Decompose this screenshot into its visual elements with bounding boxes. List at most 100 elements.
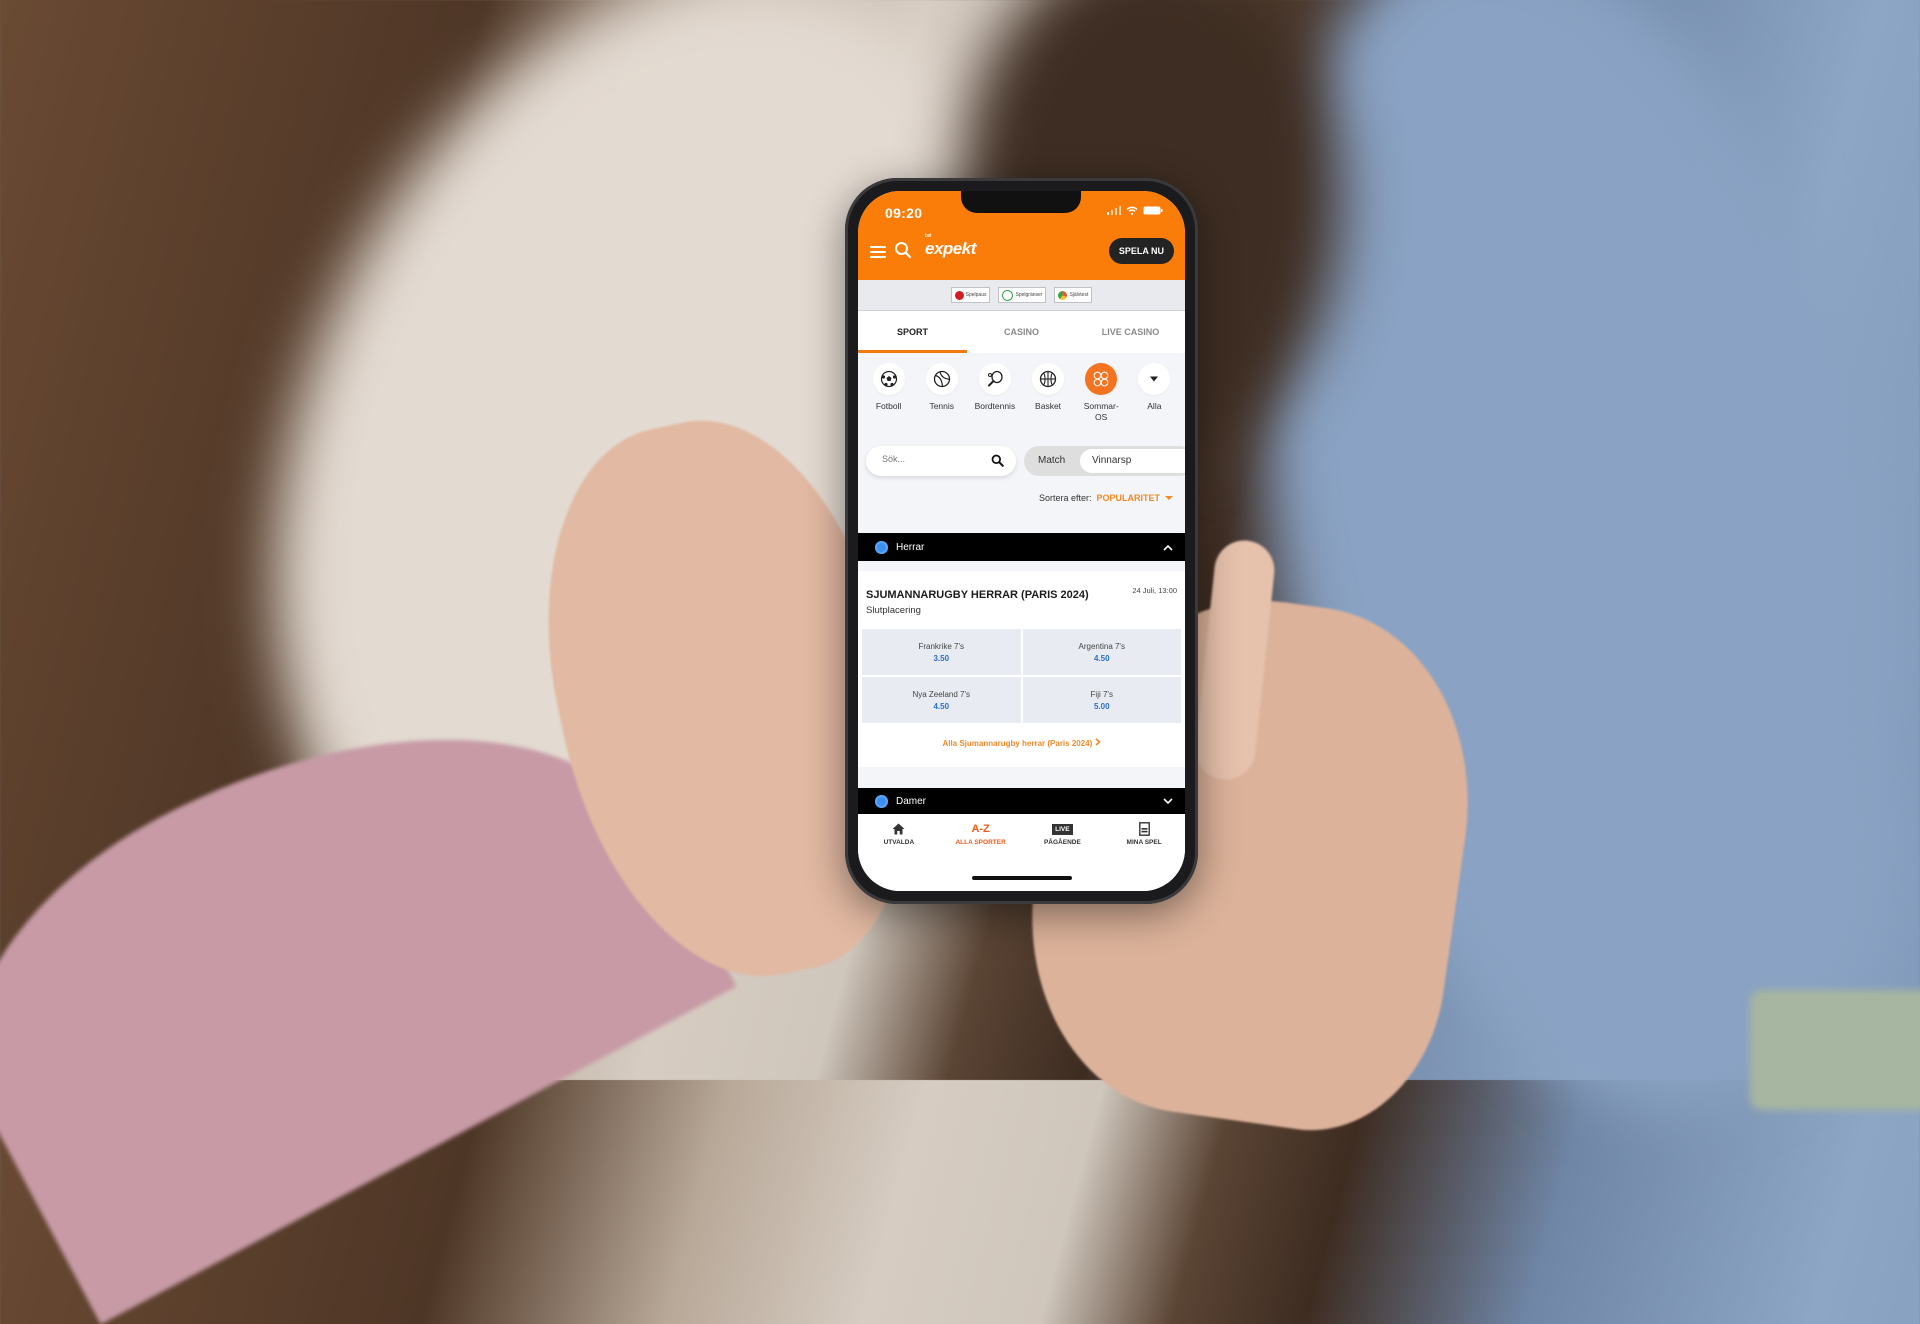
background-green-tag: [1750, 990, 1920, 1110]
sport-label: Bordtennis: [974, 401, 1016, 411]
home-icon: [892, 823, 905, 835]
smartphone: 09:20 bet expekt SPELA NU Spelpaus Spelgr…: [845, 178, 1198, 904]
outcome-odds: 4.50: [1093, 653, 1110, 663]
sort-label: Sortera efter:: [1038, 493, 1092, 503]
status-time: 09:20: [885, 205, 923, 221]
live-icon: LIVE: [1052, 823, 1073, 835]
nav-mina-spel[interactable]: MINA SPEL: [1103, 814, 1185, 891]
nav-label: ALLA SPORTER: [955, 839, 1006, 846]
pause-icon: [954, 290, 964, 300]
phone-screen: 09:20 bet expekt SPELA NU Spelpaus Spelgr…: [858, 191, 1185, 891]
chevron-up-icon[interactable]: [1163, 544, 1173, 551]
caret-down-icon: [1150, 376, 1159, 382]
gauge-icon: [1058, 290, 1068, 300]
sport-label: Alla: [1147, 401, 1162, 411]
search-and-filter-row: Match Vinnarsp: [858, 446, 1185, 480]
badge-label: Spelgränser: [1015, 292, 1043, 298]
main-tabs: SPORT CASINO LIVE CASINO: [858, 311, 1185, 353]
search-icon[interactable]: [991, 454, 1004, 467]
chevron-right-icon: [1095, 738, 1101, 746]
sport-tennis[interactable]: Tennis: [918, 363, 966, 433]
outcome-name: Frankrike 7's: [918, 641, 965, 651]
wifi-icon: [1126, 206, 1138, 215]
sport-alla[interactable]: Alla: [1130, 363, 1178, 433]
sport-label: Tennis: [929, 401, 955, 411]
sport-sommar-os[interactable]: Sommar- OS: [1077, 363, 1125, 433]
nav-label: PÅGÅENDE: [1043, 839, 1081, 846]
odds-button[interactable]: Nya Zeeland 7's 4.50: [862, 677, 1021, 723]
odds-button[interactable]: Frankrike 7's 3.50: [862, 629, 1021, 675]
segment-match[interactable]: Match: [1038, 455, 1065, 466]
olympics-icon: [1093, 371, 1109, 387]
soccer-ball-icon: [880, 370, 897, 388]
link-text: Alla Sjumannarugby herrar (Paris 2024): [942, 739, 1093, 748]
sort-value[interactable]: POPULARITET: [1096, 493, 1160, 503]
sport-label: Fotboll: [875, 401, 902, 411]
home-indicator[interactable]: [972, 876, 1072, 880]
event-title[interactable]: SJUMANNARUGBY HERRAR (PARIS 2024): [866, 589, 1089, 601]
sport-categories: Fotboll Tennis Bordtennis Basket Sommar-…: [858, 363, 1185, 433]
battery-icon: [1143, 206, 1163, 215]
signal-icon: [1107, 206, 1121, 215]
badge-label: Självtest: [1069, 292, 1089, 298]
bottom-navigation: UTVALDA A-Z ALLA SPORTER LIVE PÅGÅENDE M…: [858, 814, 1185, 891]
sort-control[interactable]: Sortera efter: POPULARITET: [1039, 493, 1173, 503]
outcome-odds: 4.50: [933, 701, 950, 711]
nav-label: MINA SPEL: [1126, 839, 1162, 846]
nav-label: UTVALDA: [883, 839, 915, 846]
hamburger-menu-icon[interactable]: [870, 246, 886, 258]
basketball-icon: [1039, 370, 1057, 388]
tab-casino[interactable]: CASINO: [967, 311, 1076, 353]
play-now-button[interactable]: SPELA NU: [1108, 238, 1174, 264]
group-name: Damer: [896, 795, 927, 807]
a-z-icon: A-Z: [971, 823, 990, 835]
all-events-link[interactable]: Alla Sjumannarugby herrar (Paris 2024): [858, 738, 1185, 748]
phone-notch: [961, 191, 1081, 213]
betslip-icon: [1138, 822, 1150, 836]
tab-sport[interactable]: SPORT: [858, 311, 967, 353]
event-date: 24 Juli, 13:00: [1132, 586, 1177, 595]
sport-label-line2: OS: [1095, 412, 1108, 422]
odds-button[interactable]: Fiji 7's 5.00: [1022, 677, 1181, 723]
sjalvtest-badge[interactable]: Självtest: [1054, 287, 1093, 303]
sport-label-line1: Sommar-: [1083, 401, 1119, 411]
search-icon[interactable]: [894, 241, 912, 259]
event-card: SJUMANNARUGBY HERRAR (PARIS 2024) 24 Jul…: [858, 571, 1185, 767]
outcome-odds: 5.00: [1093, 701, 1110, 711]
ping-pong-icon: [987, 370, 1003, 387]
nav-utvalda[interactable]: UTVALDA: [858, 814, 940, 891]
sport-label: Sommar- OS: [1084, 401, 1119, 423]
status-indicators: [1107, 206, 1163, 215]
odds-grid: Frankrike 7's 3.50 Argentina 7's 4.50 Nya …: [862, 629, 1181, 723]
expekt-logo[interactable]: bet expekt: [925, 233, 976, 259]
group-header-herrar[interactable]: Herrar: [858, 533, 1185, 561]
logo-prefix: bet: [925, 233, 932, 239]
market-name: Slutplacering: [866, 605, 921, 616]
outcome-name: Nya Zeeland 7's: [912, 689, 971, 699]
group-header-damer[interactable]: Damer: [858, 788, 1185, 814]
badge-label: Spelpaus: [965, 292, 987, 298]
tennis-ball-icon: [933, 370, 950, 388]
sport-bordtennis[interactable]: Bordtennis: [971, 363, 1019, 433]
search-input[interactable]: [880, 453, 984, 465]
globe-icon: [875, 540, 888, 554]
spelgranser-badge[interactable]: Spelgränser: [998, 287, 1047, 303]
globe-icon: [875, 794, 888, 808]
group-name: Herrar: [896, 541, 925, 553]
responsible-gaming-badges: Spelpaus Spelgränser Självtest: [858, 280, 1185, 311]
sport-fotboll[interactable]: Fotboll: [865, 363, 913, 433]
spelpaus-badge[interactable]: Spelpaus: [950, 287, 991, 303]
sport-label: Basket: [1035, 401, 1062, 411]
chevron-down-icon[interactable]: [1163, 797, 1173, 805]
outcome-name: Fiji 7's: [1090, 689, 1113, 699]
tab-live-casino[interactable]: LIVE CASINO: [1076, 311, 1185, 353]
limits-icon: [1002, 289, 1014, 301]
outcome-odds: 3.50: [933, 653, 950, 663]
caret-down-icon: [1165, 496, 1173, 500]
market-type-toggle: Match Vinnarsp: [1024, 446, 1185, 476]
odds-button[interactable]: Argentina 7's 4.50: [1022, 629, 1181, 675]
outcome-name: Argentina 7's: [1078, 641, 1125, 651]
sport-basket[interactable]: Basket: [1024, 363, 1072, 433]
search-field[interactable]: [866, 446, 1016, 476]
segment-vinnarspel[interactable]: Vinnarsp: [1080, 449, 1185, 473]
